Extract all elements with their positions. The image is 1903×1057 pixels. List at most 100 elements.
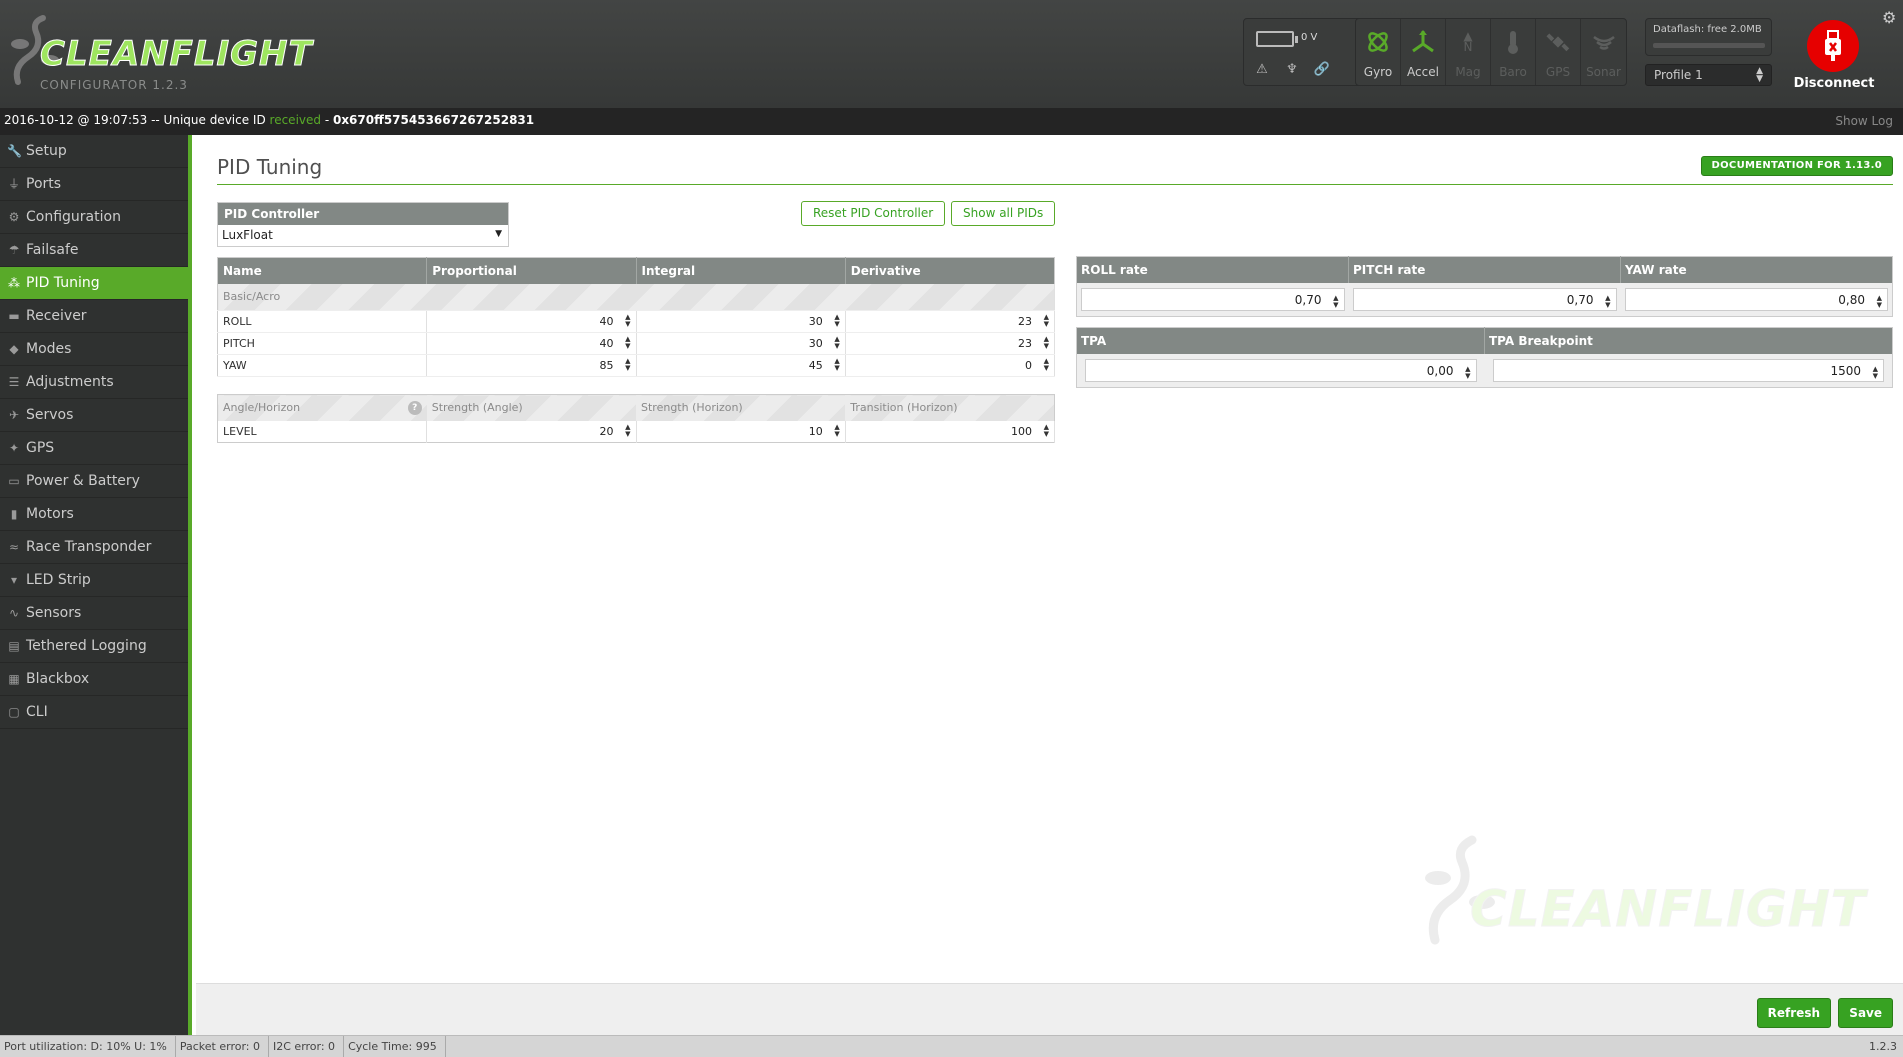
sidebar-item-ports[interactable]: ⏚ Ports — [0, 168, 188, 201]
sidebar-item-label: Motors — [26, 506, 74, 522]
tpa-breakpoint-input[interactable]: 1500 ▲ ▼ — [1492, 358, 1884, 382]
spinner-icon[interactable]: ▲ ▼ — [1044, 336, 1049, 350]
title-divider — [217, 184, 1893, 185]
sidebar-item-led-strip[interactable]: ▾ LED Strip — [0, 564, 188, 597]
sidebar-item-adjustments[interactable]: ☰ Adjustments — [0, 366, 188, 399]
disconnect-button[interactable] — [1807, 20, 1859, 72]
dataflash-usage-bar — [1653, 43, 1765, 48]
usb-icon — [1825, 30, 1841, 61]
row-name: PITCH — [217, 332, 428, 355]
pid-controller-box: PID Controller LuxFloat ▼ — [217, 202, 509, 247]
sidebar-item-servos[interactable]: ✈ Servos — [0, 399, 188, 432]
sidebar-item-power-battery[interactable]: ▭ Power & Battery — [0, 465, 188, 498]
blackbox-icon: ▦ — [8, 672, 20, 686]
device-status-line: 2016-10-12 @ 19:07:53 -- Unique device I… — [0, 108, 1903, 135]
sidebar-item-receiver[interactable]: ▬ Receiver — [0, 300, 188, 333]
yaw-p-input[interactable]: 85 ▲ ▼ — [426, 354, 637, 377]
sidebar-item-race-transponder[interactable]: ≈ Race Transponder — [0, 531, 188, 564]
sidebar-item-label: Receiver — [26, 308, 87, 324]
link-icon: 🔗 — [1313, 61, 1331, 77]
pitch-rate-input[interactable]: 0,70 ▲ ▼ — [1352, 287, 1617, 311]
yaw-rate-input[interactable]: 0,80 ▲ ▼ — [1624, 287, 1888, 311]
battery-icon: ▭ — [8, 474, 20, 488]
pitch-i-input[interactable]: 30 ▲ ▼ — [636, 332, 846, 355]
show-log-link[interactable]: Show Log — [1835, 114, 1893, 128]
sidebar-item-cli[interactable]: ▢ CLI — [0, 696, 188, 729]
sidebar-item-label: Race Transponder — [26, 539, 152, 555]
roll-rate-input[interactable]: 0,70 ▲ ▼ — [1081, 287, 1345, 311]
reset-pid-controller-button[interactable]: Reset PID Controller — [801, 201, 946, 226]
sidebar-item-label: LED Strip — [26, 572, 91, 588]
roll-d-input[interactable]: 23 ▲ ▼ — [845, 310, 1056, 333]
tpa-input[interactable]: 0,00 ▲ ▼ — [1085, 358, 1477, 382]
pitch-d-input[interactable]: 23 ▲ ▼ — [845, 332, 1056, 355]
gyro-icon — [1368, 32, 1388, 52]
value: 30 — [808, 337, 823, 350]
profile-select[interactable]: Profile 1 ▲ ▼ — [1645, 64, 1772, 86]
dataflash-label: Dataflash: free 2.0MB — [1653, 24, 1762, 35]
save-button[interactable]: Save — [1838, 998, 1893, 1028]
value: 1500 — [1830, 363, 1861, 378]
level-transition-horizon-input[interactable]: 100 ▲ ▼ — [845, 420, 1056, 443]
sidebar-item-setup[interactable]: 🔧 Setup — [0, 135, 188, 168]
spinner-icon[interactable]: ▲ ▼ — [834, 314, 839, 328]
spinner-icon[interactable]: ▲ ▼ — [1465, 365, 1470, 380]
spinner-icon[interactable]: ▲ ▼ — [1044, 314, 1049, 328]
spinner-icon[interactable]: ▲ ▼ — [625, 314, 630, 328]
pitch-p-input[interactable]: 40 ▲ ▼ — [426, 332, 637, 355]
sidebar-item-motors[interactable]: ▮ Motors — [0, 498, 188, 531]
yaw-d-input[interactable]: 0 ▲ ▼ — [845, 354, 1056, 377]
sidebar-item-configuration[interactable]: ⚙ Configuration — [0, 201, 188, 234]
sensors-icon: ∿ — [8, 606, 20, 620]
pid-controller-select[interactable]: LuxFloat ▼ — [218, 225, 508, 246]
sidebar-item-label: Blackbox — [26, 671, 90, 687]
status-bar: Port utilization: D: 10% U: 1% Packet er… — [0, 1035, 1903, 1057]
sidebar-item-pid-tuning[interactable]: ⁂ PID Tuning — [0, 267, 188, 300]
col-header-strength-horizon: Strength (Horizon) — [636, 394, 846, 421]
spinner-icon[interactable]: ▲ ▼ — [625, 423, 630, 438]
group-row: Basic/Acro — [217, 283, 1055, 311]
spinner-icon[interactable]: ▲ ▼ — [834, 423, 839, 438]
level-strength-horizon-input[interactable]: 10 ▲ ▼ — [636, 420, 846, 443]
help-icon[interactable]: ? — [407, 401, 422, 415]
sidebar-item-blackbox[interactable]: ▦ Blackbox — [0, 663, 188, 696]
spinner-icon[interactable]: ▲ ▼ — [1333, 294, 1338, 309]
sidebar-item-modes[interactable]: ◆ Modes — [0, 333, 188, 366]
table-row: YAW 85 ▲ ▼ 45 ▲ ▼ 0 ▲ ▼ — [217, 354, 1056, 377]
documentation-button[interactable]: DOCUMENTATION FOR 1.13.0 — [1700, 156, 1893, 176]
battery-panel: 0 V ⚠ ♆ 🔗 — [1243, 18, 1369, 86]
value: 23 — [1018, 315, 1032, 328]
roll-i-input[interactable]: 30 ▲ ▼ — [636, 310, 846, 333]
value: 85 — [599, 359, 614, 372]
spinner-icon[interactable]: ▲ ▼ — [834, 358, 839, 372]
refresh-button[interactable]: Refresh — [1756, 998, 1831, 1028]
status-prefix: 2016-10-12 @ 19:07:53 -- Unique device I… — [4, 113, 270, 127]
spinner-icon[interactable]: ▲ ▼ — [1044, 423, 1049, 438]
level-strength-angle-input[interactable]: 20 ▲ ▼ — [426, 420, 637, 443]
value: 40 — [599, 315, 614, 328]
spinner-icon[interactable]: ▲ ▼ — [1605, 294, 1610, 309]
spinner-icon[interactable]: ▲ ▼ — [625, 336, 630, 350]
spinner-icon[interactable]: ▲ ▼ — [834, 336, 839, 350]
show-all-pids-button[interactable]: Show all PIDs — [951, 201, 1056, 226]
adjust-icon: ☰ — [8, 375, 20, 389]
sensor-sonar: Sonar — [1581, 19, 1626, 85]
value: 100 — [1011, 424, 1032, 438]
spinner-icon[interactable]: ▲ ▼ — [1044, 358, 1049, 372]
spinner-icon[interactable]: ▲ ▼ — [625, 358, 630, 372]
sidebar-item-sensors[interactable]: ∿ Sensors — [0, 597, 188, 630]
sidebar-item-failsafe[interactable]: ☂ Failsafe — [0, 234, 188, 267]
sidebar-item-gps[interactable]: ✦ GPS — [0, 432, 188, 465]
sidebar-item-tethered-logging[interactable]: ▤ Tethered Logging — [0, 630, 188, 663]
page-title: PID Tuning — [217, 155, 323, 179]
yaw-i-input[interactable]: 45 ▲ ▼ — [636, 354, 846, 377]
settings-gear-icon[interactable]: ⚙ — [1882, 8, 1896, 27]
spinner-icon[interactable]: ▲ ▼ — [1873, 365, 1878, 380]
yaw-rate-cell: 0,80 ▲ ▼ — [1620, 282, 1893, 317]
gps-icon — [1546, 33, 1570, 52]
sensor-label: Gyro — [1363, 65, 1393, 79]
spinner-icon[interactable]: ▲ ▼ — [1877, 294, 1882, 309]
footer-version: 1.2.3 — [1869, 1040, 1897, 1053]
modes-icon: ◆ — [9, 342, 19, 356]
roll-p-input[interactable]: 40 ▲ ▼ — [426, 310, 637, 333]
